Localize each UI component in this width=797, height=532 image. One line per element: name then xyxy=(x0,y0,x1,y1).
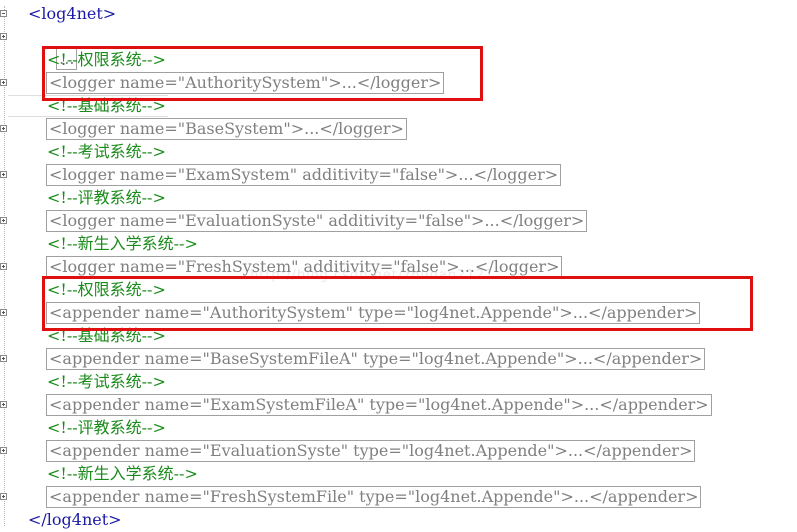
collapsed-block-text[interactable]: <logger name="EvaluationSyste" additivit… xyxy=(46,210,588,232)
fold-expand-icon[interactable] xyxy=(0,309,7,316)
collapsed-logger-block[interactable]: <logger name="BaseSystem">...</logger> xyxy=(46,118,407,140)
collapsed-block-text[interactable]: <logger name="BaseSystem">...</logger> xyxy=(46,118,407,140)
comment-line[interactable]: <!--评教系统--> xyxy=(47,417,166,439)
collapsed-block-text[interactable]: <logger name="FreshSystem" additivity="f… xyxy=(46,256,563,278)
collapsed-block-text[interactable]: <appender name="ExamSystemFileA" type="l… xyxy=(46,394,712,416)
fold-expand-icon[interactable] xyxy=(0,171,7,178)
fold-expand-icon[interactable] xyxy=(0,447,7,454)
collapsed-config-section[interactable]: ... xyxy=(46,26,78,70)
collapsed-appender-block[interactable]: <appender name="FreshSystemFile" type="l… xyxy=(46,486,702,508)
fold-collapse-icon[interactable] xyxy=(0,10,7,17)
collapsed-appender-block[interactable]: <appender name="EvaluationSyste" type="l… xyxy=(46,440,696,462)
fold-expand-icon[interactable] xyxy=(0,79,7,86)
collapsed-appender-block[interactable]: <appender name="ExamSystemFileA" type="l… xyxy=(46,394,712,416)
collapsed-block-text[interactable]: <appender name="FreshSystemFile" type="l… xyxy=(46,486,702,508)
fold-expand-icon[interactable] xyxy=(0,355,7,362)
comment-line[interactable]: <!--新生入学系统--> xyxy=(47,463,198,485)
root-open-tag[interactable]: <log4net> xyxy=(28,3,116,25)
fold-expand-icon[interactable] xyxy=(0,125,7,132)
highlight-box-logger xyxy=(42,46,483,101)
collapsed-logger-block[interactable]: <logger name="ExamSystem" additivity="fa… xyxy=(46,164,562,186)
fold-expand-icon[interactable] xyxy=(0,263,7,270)
collapsed-block-text[interactable]: <logger name="ExamSystem" additivity="fa… xyxy=(46,164,562,186)
root-close-tag[interactable]: </log4net> xyxy=(28,509,122,531)
fold-expand-icon[interactable] xyxy=(0,401,7,408)
fold-expand-icon[interactable] xyxy=(0,33,7,40)
collapsed-appender-block[interactable]: <appender name="BaseSystemFileA" type="l… xyxy=(46,348,706,370)
collapsed-block-text[interactable]: <appender name="EvaluationSyste" type="l… xyxy=(46,440,696,462)
comment-line[interactable]: <!--评教系统--> xyxy=(47,187,166,209)
comment-line[interactable]: <!--考试系统--> xyxy=(47,141,166,163)
highlight-box-appender xyxy=(42,276,753,331)
fold-expand-icon[interactable] xyxy=(0,217,7,224)
comment-line[interactable]: <!--新生入学系统--> xyxy=(47,233,198,255)
collapsed-block-text[interactable]: <appender name="BaseSystemFileA" type="l… xyxy=(46,348,706,370)
fold-expand-icon[interactable] xyxy=(0,493,7,500)
collapsed-logger-block[interactable]: <logger name="EvaluationSyste" additivit… xyxy=(46,210,588,232)
collapsed-logger-block[interactable]: <logger name="FreshSystem" additivity="f… xyxy=(46,256,563,278)
comment-line[interactable]: <!--考试系统--> xyxy=(47,371,166,393)
